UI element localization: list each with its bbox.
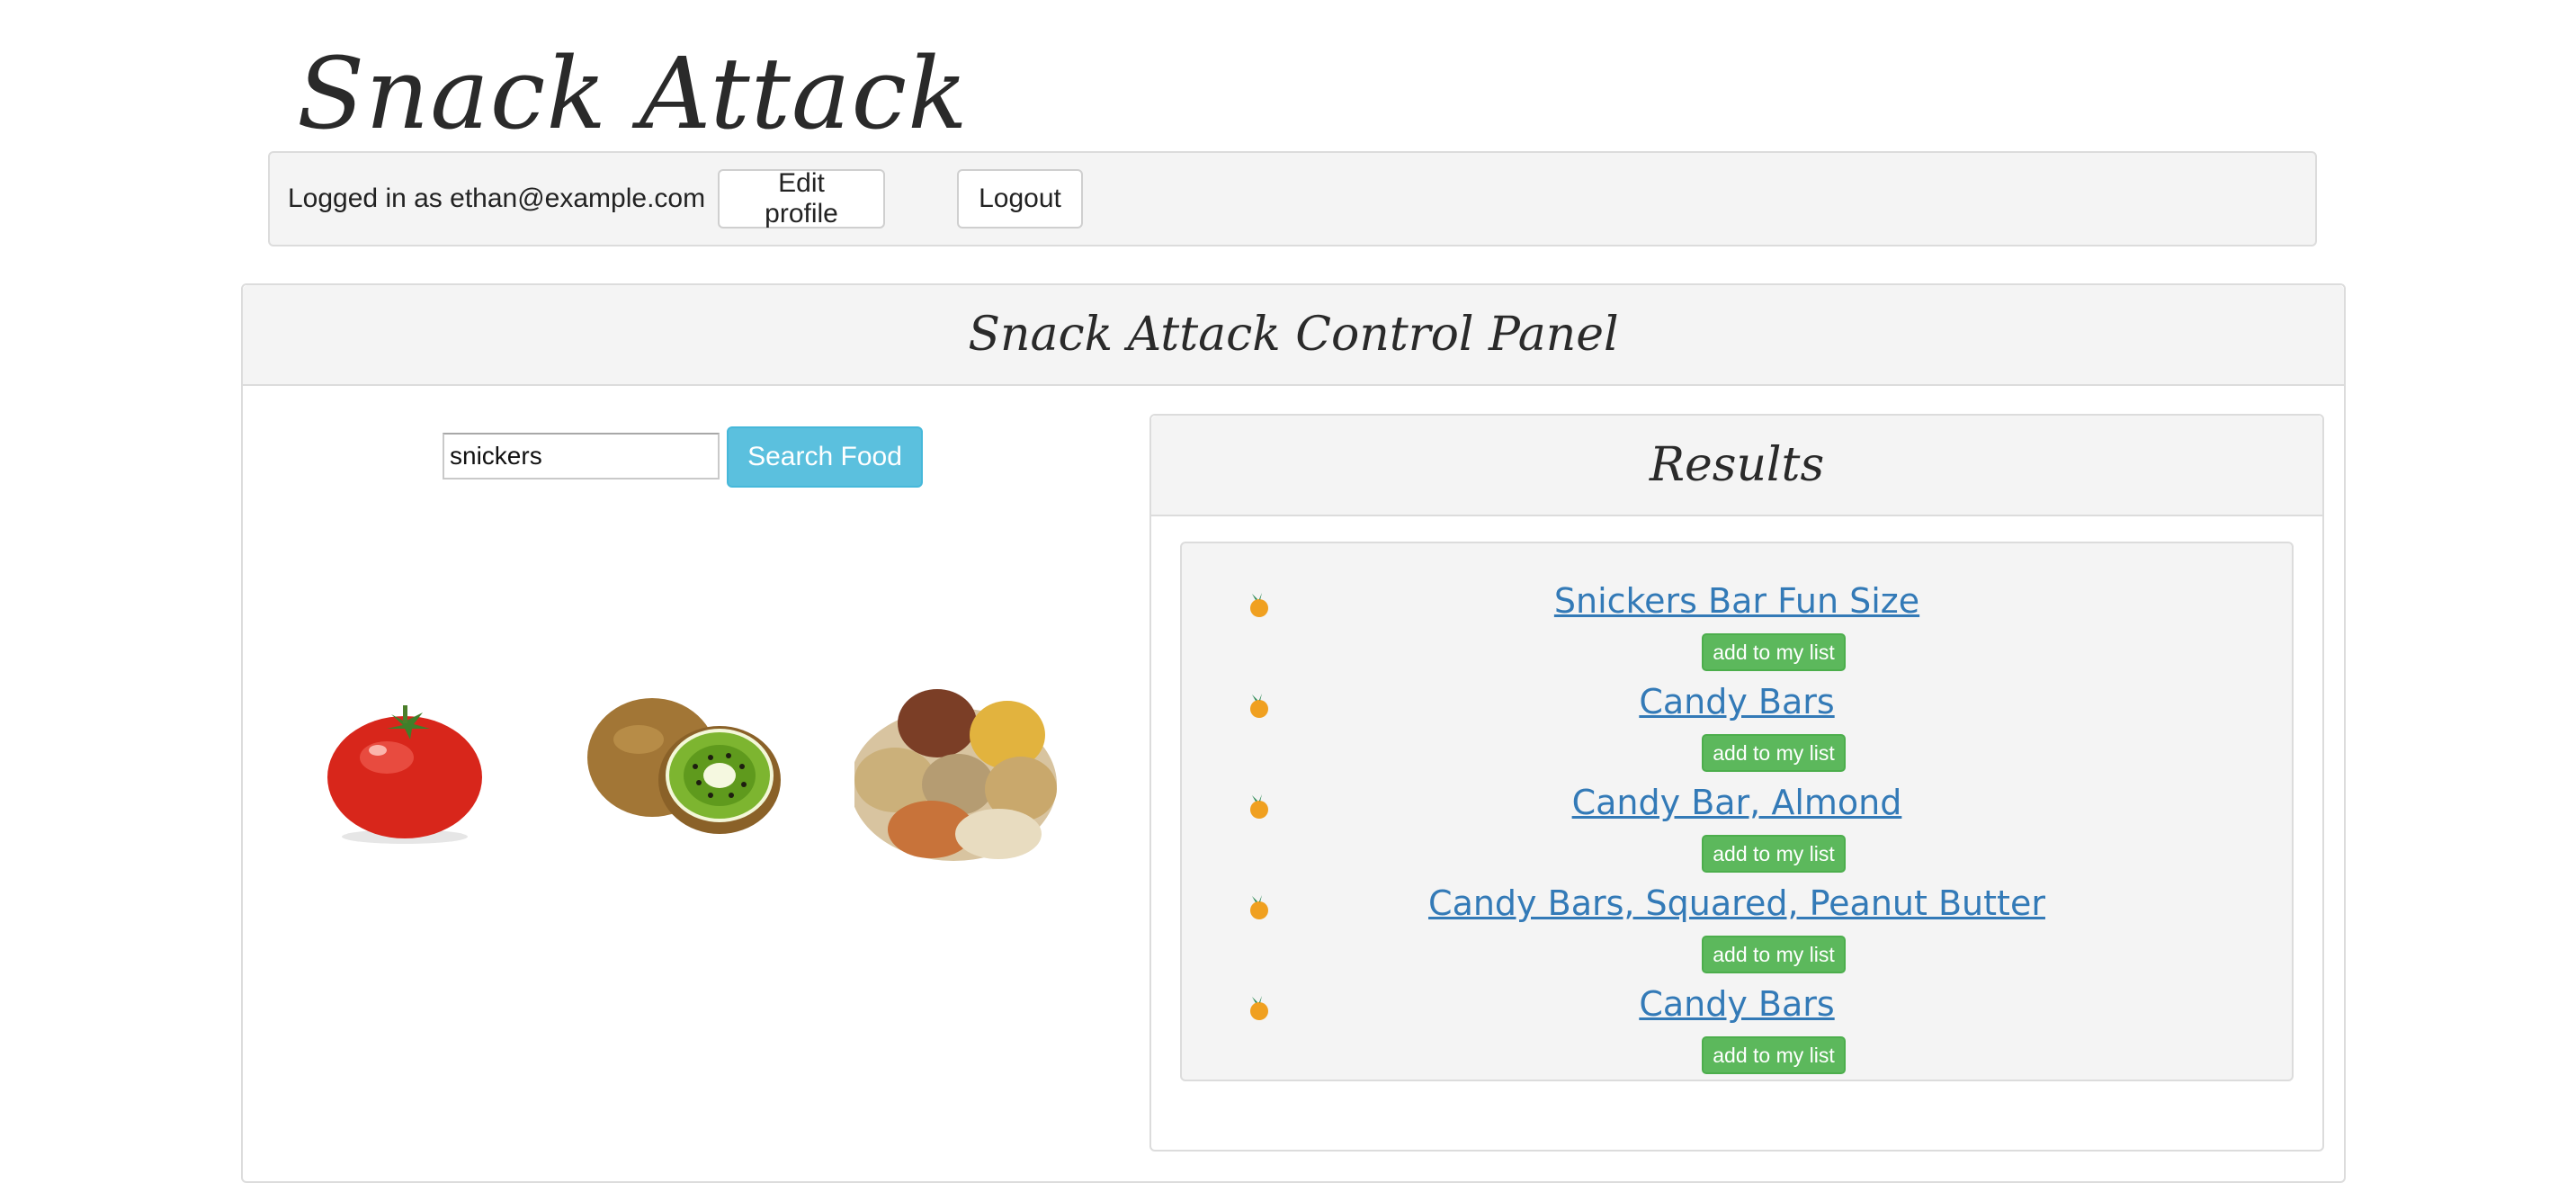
app-title: Snack Attack (297, 36, 969, 151)
results-panel: Results Snickers Bar Fun Size add to my … (1149, 414, 2324, 1152)
result-link[interactable]: Candy Bar, Almond (1182, 783, 2292, 822)
search-input[interactable] (443, 433, 720, 479)
add-to-list-button[interactable]: add to my list (1702, 734, 1846, 772)
logged-in-text: Logged in as ethan@example.com (288, 184, 706, 213)
result-item: Snickers Bar Fun Size add to my list (1182, 581, 2292, 682)
result-link[interactable]: Snickers Bar Fun Size (1182, 581, 2292, 621)
result-item: Candy Bars add to my list (1182, 682, 2292, 783)
results-title: Results (1649, 438, 1825, 492)
user-bar: Logged in as ethan@example.com Edit prof… (268, 151, 2317, 246)
tomato-image (327, 705, 482, 844)
logout-button[interactable]: Logout (957, 169, 1083, 229)
edit-profile-button[interactable]: Edit profile (718, 168, 885, 229)
search-food-button[interactable]: Search Food (727, 426, 923, 488)
grains-image (854, 689, 1057, 861)
add-to-list-button[interactable]: add to my list (1702, 633, 1846, 671)
control-panel-header: Snack Attack Control Panel (243, 285, 2344, 386)
result-item: Candy Bar, Almond add to my list (1182, 783, 2292, 883)
add-to-list-button[interactable]: add to my list (1702, 1036, 1846, 1074)
results-list: Snickers Bar Fun Size add to my list Can… (1180, 542, 2294, 1081)
result-link[interactable]: Candy Bars, Squared, Peanut Butter (1182, 883, 2292, 923)
control-panel: Snack Attack Control Panel Search Food (241, 283, 2346, 1183)
result-link[interactable]: Candy Bars (1182, 682, 2292, 721)
add-to-list-button[interactable]: add to my list (1702, 835, 1846, 873)
control-panel-title: Snack Attack Control Panel (968, 308, 1619, 362)
result-link[interactable]: Candy Bars (1182, 984, 2292, 1024)
kiwi-image (587, 698, 781, 834)
result-item: Candy Bars, Squared, Peanut Butter add t… (1182, 883, 2292, 984)
add-to-list-button[interactable]: add to my list (1702, 936, 1846, 973)
result-item: Candy Bars add to my list (1182, 984, 2292, 1085)
results-header: Results (1151, 416, 2322, 516)
